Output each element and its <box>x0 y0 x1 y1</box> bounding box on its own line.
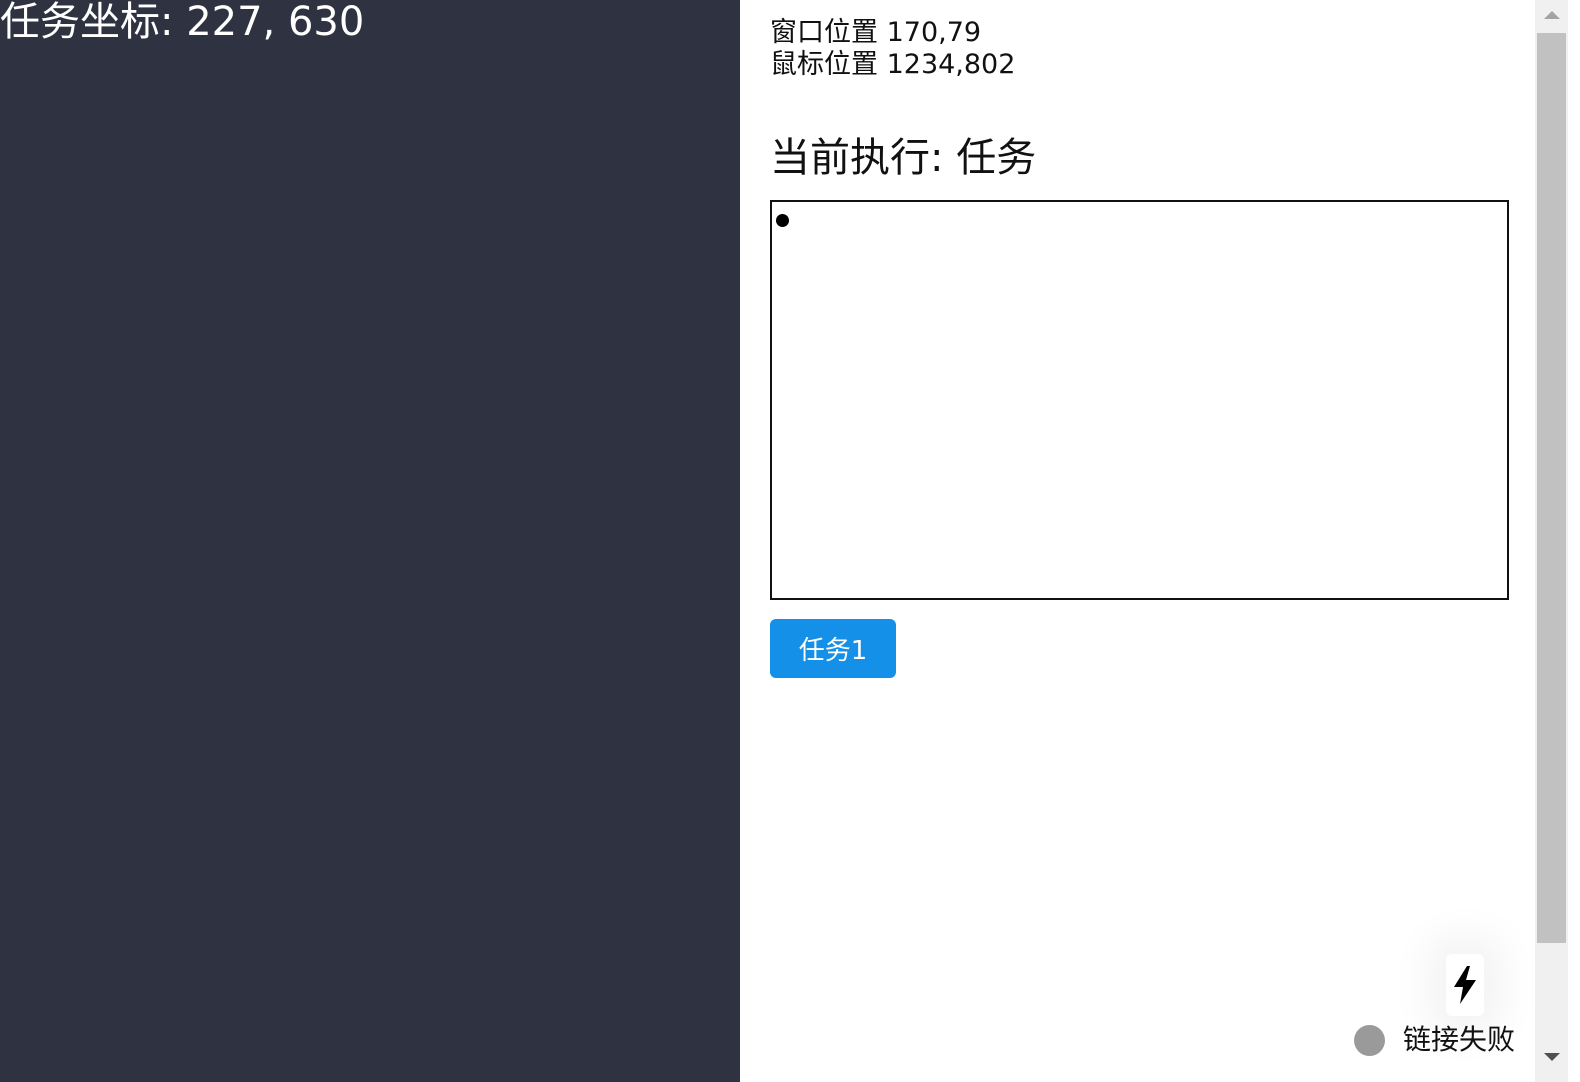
app-root: 任务坐标: 227, 630 窗口位置 170,79 鼠标位置 1234,802… <box>0 0 1580 1082</box>
left-panel: 任务坐标: 227, 630 <box>0 0 740 1082</box>
scroll-down-arrow-icon[interactable] <box>1544 1053 1560 1061</box>
task-coordinates: 任务坐标: 227, 630 <box>0 0 365 45</box>
scroll-up-arrow-icon[interactable] <box>1544 11 1560 19</box>
window-position: 窗口位置 170,79 <box>770 17 982 48</box>
page-edge <box>1568 0 1580 1082</box>
vertical-scrollbar[interactable] <box>1535 0 1568 1082</box>
connection-status: 链接失败 <box>1354 1022 1515 1058</box>
status-text: 链接失败 <box>1403 1023 1516 1056</box>
position-info: 窗口位置 170,79 鼠标位置 1234,802 <box>770 17 1015 81</box>
scroll-thumb[interactable] <box>1537 33 1566 943</box>
position-dot <box>776 214 789 227</box>
quick-action-button[interactable] <box>1446 954 1484 1016</box>
status-indicator-dot <box>1354 1024 1385 1056</box>
task-1-button[interactable]: 任务1 <box>770 619 896 678</box>
lightning-bolt-icon <box>1454 966 1476 1004</box>
mouse-position: 鼠标位置 1234,802 <box>770 49 1016 80</box>
current-task-label: 当前执行: 任务 <box>770 135 1037 181</box>
right-panel: 窗口位置 170,79 鼠标位置 1234,802 当前执行: 任务 任务1 链… <box>740 0 1535 1082</box>
task-canvas[interactable] <box>770 200 1509 600</box>
